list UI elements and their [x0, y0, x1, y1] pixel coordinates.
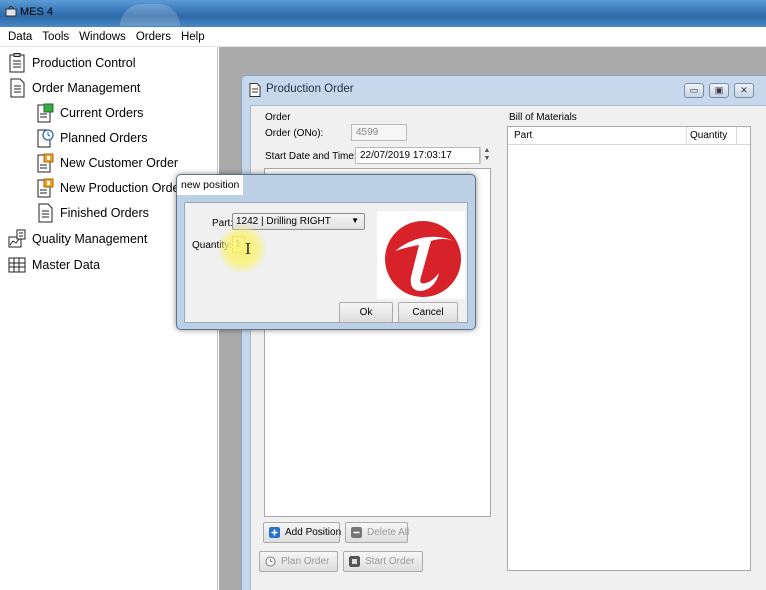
bom-group-label: Bill of Materials [509, 112, 577, 123]
menu-tools[interactable]: Tools [40, 31, 77, 43]
start-order-button[interactable]: Start Order [343, 551, 423, 572]
logo-graphic [385, 221, 461, 297]
bom-table[interactable]: Part Quantity [507, 126, 751, 571]
tree-item-master-data[interactable]: Master Data [8, 255, 100, 275]
cancel-button[interactable]: Cancel [398, 302, 458, 323]
plan-order-button[interactable]: Plan Order [259, 551, 338, 572]
tree-item-label: Current Orders [60, 106, 144, 120]
bom-column-divider [736, 127, 737, 145]
menu-help[interactable]: Help [179, 31, 213, 43]
tree-item-new-customer-order[interactable]: New Customer Order [36, 153, 178, 173]
plus-icon [269, 527, 280, 538]
menu-bar: Data Tools Windows Orders Help [0, 27, 766, 47]
minimize-button[interactable]: ▭ [684, 83, 704, 98]
trend-micro-logo [377, 211, 465, 299]
tree-item-new-production-order[interactable]: New Production Order [36, 178, 184, 198]
menu-data[interactable]: Data [6, 31, 40, 43]
new-production-order-icon [37, 178, 54, 198]
clock-icon [265, 556, 276, 567]
app-icon [5, 6, 17, 17]
plan-order-label: Plan Order [281, 556, 330, 567]
tree-item-label: New Production Order [60, 181, 184, 195]
tree-item-current-orders[interactable]: Current Orders [36, 103, 143, 123]
tree-item-label: Master Data [32, 258, 101, 272]
start-date-spinner[interactable]: ▲ ▼ [480, 147, 493, 164]
document-icon [10, 78, 25, 98]
tree-item-planned-orders[interactable]: Planned Orders [36, 128, 148, 148]
menu-orders[interactable]: Orders [134, 31, 179, 43]
delete-all-button[interactable]: Delete All [345, 522, 410, 543]
chevron-down-icon: ▼ [351, 216, 359, 225]
order-number-label: Order (ONo): [265, 128, 324, 139]
part-selected-value: 1242 | Drilling RIGHT [236, 216, 331, 227]
menu-windows[interactable]: Windows [77, 31, 134, 43]
window-title: Production Order [266, 83, 354, 95]
tree-item-production-control[interactable]: Production Control [8, 53, 136, 73]
bom-column-part: Part [514, 130, 533, 141]
title-bar-glow [120, 4, 180, 26]
ok-label: Ok [359, 307, 373, 318]
bom-column-divider [686, 127, 687, 145]
text-cursor-icon: I [245, 240, 251, 258]
tree-item-order-management[interactable]: Order Management [8, 78, 140, 98]
tree-item-label: Production Control [32, 56, 136, 70]
restore-button[interactable]: ▣ [709, 83, 729, 98]
app-title-bar: MES 4 [0, 0, 766, 27]
order-group-label: Order [265, 112, 291, 123]
dialog-title: new position [177, 175, 243, 195]
planned-orders-icon [37, 129, 54, 148]
add-position-label: Add Position [285, 527, 342, 538]
finished-orders-icon [38, 203, 53, 223]
bom-column-quantity: Quantity [690, 130, 728, 141]
tree-item-label: Finished Orders [60, 206, 149, 220]
production-order-window: Production Order ▭ ▣ ✕ Order Order (ONo)… [241, 75, 766, 590]
cancel-label: Cancel [412, 307, 444, 318]
close-button[interactable]: ✕ [734, 83, 754, 98]
clipboard-icon [9, 53, 25, 73]
tree-item-label: Planned Orders [60, 131, 148, 145]
quality-icon [8, 229, 26, 248]
minus-icon [351, 527, 362, 538]
delete-all-label: Delete All [367, 527, 410, 538]
tree-item-label: New Customer Order [60, 156, 179, 170]
start-date-label: Start Date and Time: [265, 151, 357, 162]
add-position-button[interactable]: Add Position [263, 522, 342, 543]
order-number-field[interactable]: 4599 [351, 124, 407, 141]
cursor-highlight [218, 225, 266, 273]
new-customer-order-icon [37, 153, 54, 173]
app-title: MES 4 [20, 6, 54, 18]
start-icon [349, 556, 360, 567]
tree-item-finished-orders[interactable]: Finished Orders [36, 203, 149, 223]
current-orders-icon [37, 103, 54, 123]
document-icon [249, 83, 261, 97]
start-date-field[interactable]: 22/07/2019 17:03:17 [355, 147, 480, 164]
start-order-label: Start Order [365, 556, 415, 567]
grid-icon [8, 257, 26, 273]
tree-item-label: Quality Management [32, 232, 148, 246]
ok-button[interactable]: Ok [339, 302, 393, 323]
bom-table-header: Part Quantity [508, 127, 750, 145]
tree-item-quality-management[interactable]: Quality Management [8, 229, 147, 249]
tree-item-label: Order Management [32, 81, 141, 95]
